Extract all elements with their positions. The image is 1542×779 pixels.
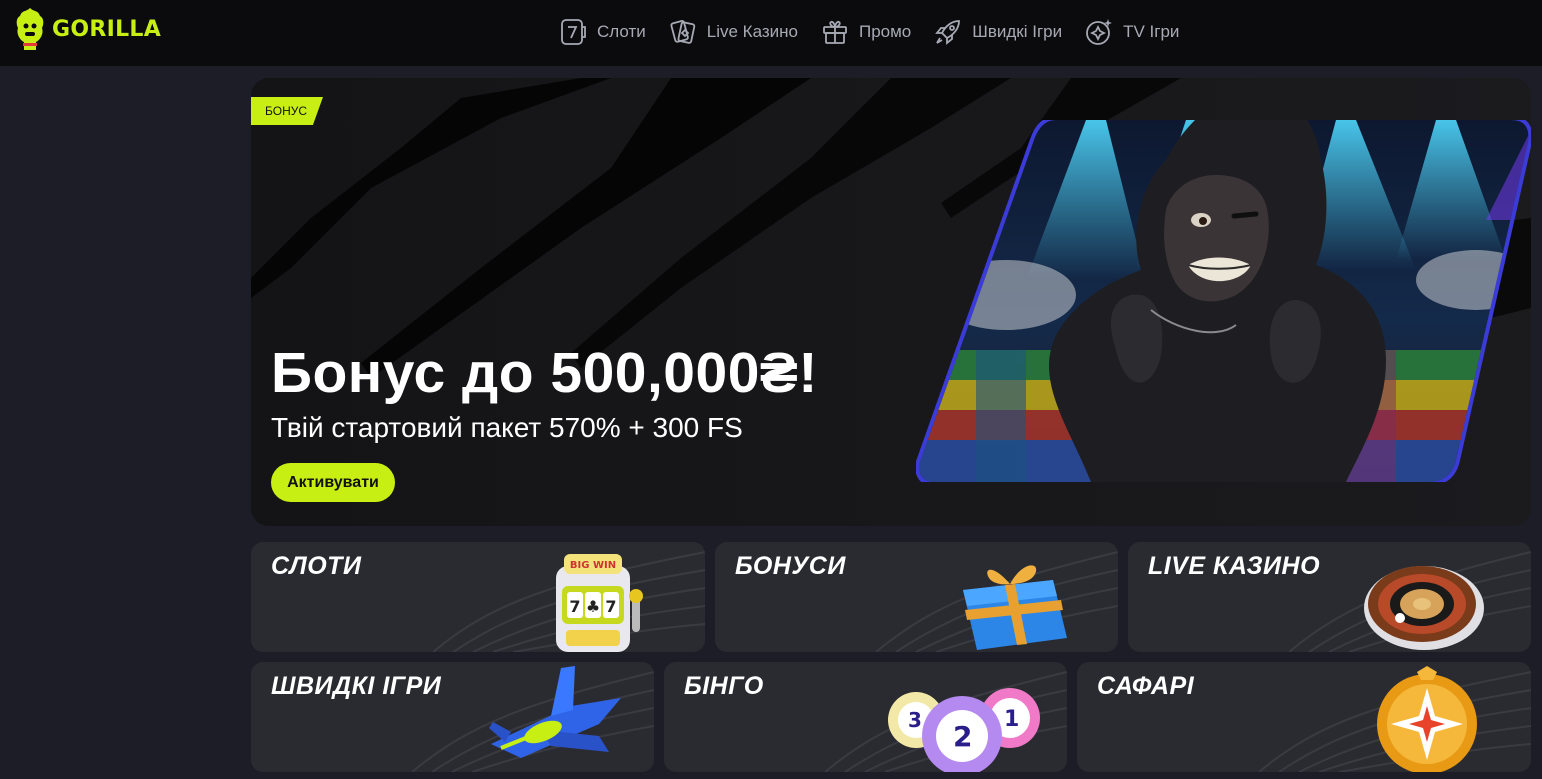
bonus-tag: БОНУС	[251, 97, 323, 125]
gift-icon	[823, 20, 847, 44]
nav-item-label: TV Ігри	[1123, 22, 1180, 41]
activate-button[interactable]: Активувати	[271, 463, 395, 502]
hero-title: Бонус до 500,000₴!	[271, 341, 818, 405]
nav-item-label: Промо	[858, 22, 912, 41]
svg-text:♣: ♣	[586, 597, 600, 616]
category-card-safari[interactable]: САФАРІ	[1077, 662, 1531, 772]
nav-item-promo[interactable]: Промо	[820, 16, 911, 48]
category-card-fast-games[interactable]: ШВИДКІ ІГРИ	[251, 662, 654, 772]
jet-icon	[489, 666, 621, 758]
bingo-balls-icon: 3 1 2	[888, 688, 1040, 772]
roulette-icon	[1364, 566, 1484, 650]
category-card-slots[interactable]: СЛОТИ BIG WIN 7 ♣ 7	[251, 542, 705, 652]
gift-box-icon	[963, 565, 1067, 650]
svg-text:7: 7	[569, 597, 580, 616]
category-title: БОНУСИ	[735, 552, 846, 580]
rocket-icon	[935, 20, 961, 45]
nav-item-label: Слоти	[597, 22, 646, 41]
category-card-bonuses[interactable]: БОНУСИ	[715, 542, 1118, 652]
category-card-live-casino[interactable]: LIVE КАЗИНО	[1128, 542, 1531, 652]
category-title: LIVE КАЗИНО	[1148, 552, 1321, 580]
gorilla-logo-icon	[16, 8, 44, 50]
nav-item-fast-games[interactable]: Швидкі Ігри	[933, 16, 1062, 48]
safari-coin-icon	[1377, 666, 1477, 772]
slot-machine-icon: BIG WIN 7 ♣ 7	[556, 554, 643, 652]
nav-item-live-casino[interactable]: Live Казино	[668, 16, 798, 48]
top-header: GORILLA Слоти Live Казино Промо Швидкі І…	[0, 0, 1542, 66]
category-title: САФАРІ	[1097, 672, 1195, 700]
svg-text:7: 7	[605, 597, 616, 616]
slot-seven-icon	[561, 19, 586, 45]
svg-text:2: 2	[953, 720, 972, 753]
gorilla-stage-image	[916, 120, 1531, 482]
svg-text:3: 3	[908, 708, 922, 732]
nav-item-label: Швидкі Ігри	[972, 22, 1063, 41]
cards-icon	[670, 20, 696, 44]
hero-banner[interactable]: БОНУС Бонус до 500,000₴! Твій стартовий …	[251, 78, 1531, 526]
brand-name: GORILLA	[52, 16, 162, 42]
brand-logo[interactable]: GORILLA	[14, 6, 161, 52]
svg-text:1: 1	[1004, 707, 1019, 732]
category-title: СЛОТИ	[271, 552, 362, 580]
main-nav: Слоти Live Казино Промо Швидкі Ігри TV І…	[558, 16, 1201, 48]
nav-item-tv-games[interactable]: TV Ігри	[1084, 16, 1179, 48]
category-card-bingo[interactable]: БІНГО 3 1 2	[664, 662, 1067, 772]
hero-subtitle: Твій стартовий пакет 570% + 300 FS	[271, 412, 743, 443]
sidebar	[0, 66, 240, 779]
category-title: БІНГО	[684, 672, 764, 700]
nav-item-label: Live Казино	[706, 22, 798, 41]
nav-item-slots[interactable]: Слоти	[558, 16, 646, 48]
category-title: ШВИДКІ ІГРИ	[271, 672, 442, 700]
slot-sign-text: BIG WIN	[570, 560, 616, 571]
sparkle-icon	[1086, 19, 1113, 45]
